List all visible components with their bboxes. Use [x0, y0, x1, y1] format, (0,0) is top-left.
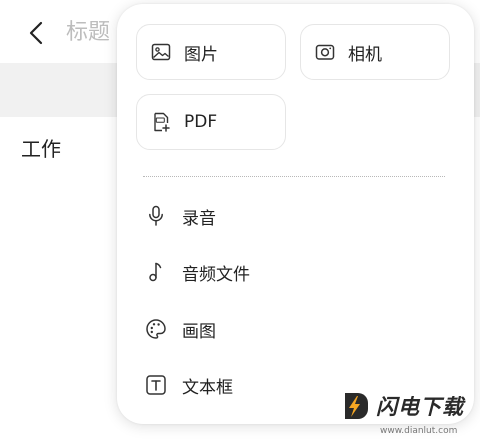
watermark: 闪电下载 — [338, 386, 468, 426]
record-audio-item[interactable]: 录音 — [145, 198, 445, 234]
palette-icon — [145, 318, 167, 340]
camera-button[interactable]: 相机 — [300, 24, 450, 80]
audio-file-item[interactable]: 音频文件 — [145, 254, 445, 290]
image-button[interactable]: 图片 — [136, 24, 286, 80]
camera-button-label: 相机 — [348, 44, 382, 65]
pdf-button[interactable]: PDF — [136, 94, 286, 150]
folder-label[interactable]: 工作 — [21, 135, 61, 163]
text-box-label: 文本框 — [182, 377, 233, 398]
microphone-icon — [145, 205, 167, 227]
watermark-url: www.dianlut.com — [380, 426, 458, 436]
text-box-icon — [145, 374, 167, 396]
lightning-logo-icon — [345, 393, 368, 419]
music-note-icon — [145, 261, 167, 283]
attachment-popup: 图片 相机 PDF 录音 音频文件 画图 文本框 — [117, 4, 474, 424]
drawing-label: 画图 — [182, 321, 216, 342]
record-audio-label: 录音 — [182, 208, 216, 229]
image-button-label: 图片 — [184, 44, 218, 65]
watermark-brand: 闪电下载 — [376, 395, 464, 419]
drawing-item[interactable]: 画图 — [145, 311, 445, 347]
divider — [143, 176, 445, 177]
pdf-icon — [150, 111, 172, 133]
pdf-button-label: PDF — [184, 112, 218, 132]
page-title[interactable]: 标题 — [66, 18, 110, 48]
camera-icon — [314, 41, 336, 63]
back-button[interactable] — [24, 18, 48, 48]
audio-file-label: 音频文件 — [182, 264, 250, 285]
image-icon — [150, 41, 172, 63]
chevron-left-icon — [29, 21, 43, 45]
